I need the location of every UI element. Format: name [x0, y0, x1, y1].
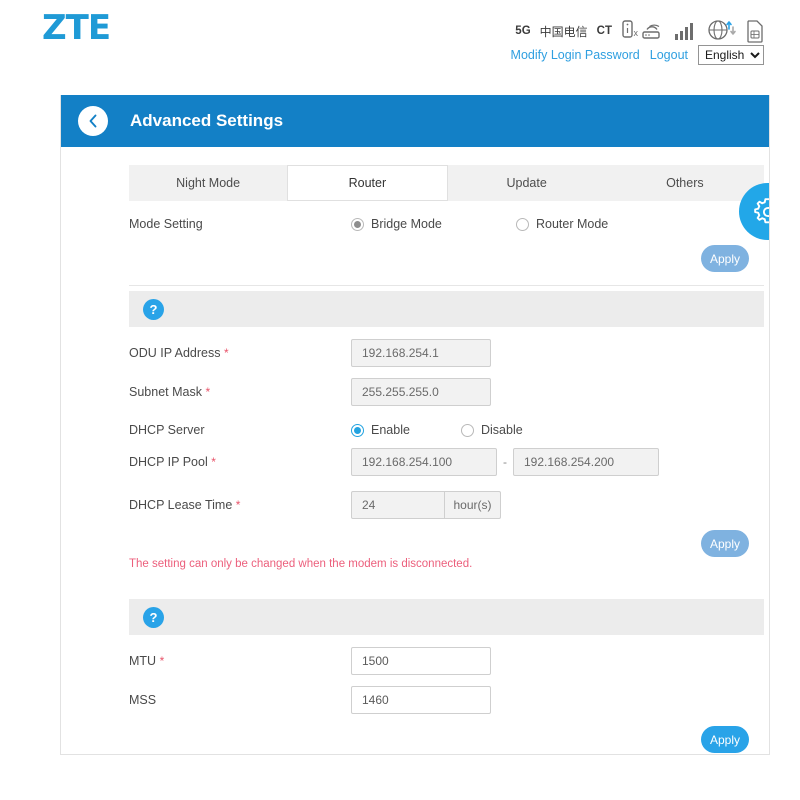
- status-indicators: 5G 中国电信 CT x: [515, 18, 764, 44]
- globe-data-transfer-icon: [707, 19, 737, 43]
- dhcp-lease-time-row: DHCP Lease Time * 24 hour(s): [129, 494, 764, 516]
- svg-text:x: x: [634, 28, 639, 38]
- odu-ip-label: ODU IP Address *: [129, 346, 351, 360]
- dhcp-lease-time-label: DHCP Lease Time *: [129, 498, 351, 512]
- apply-mtu-button[interactable]: Apply: [701, 726, 749, 753]
- top-links: Modify Login Password Logout English: [511, 45, 764, 65]
- question-mark-icon[interactable]: ?: [143, 607, 164, 628]
- mtu-label-text: MTU: [129, 654, 156, 668]
- dhcp-pool-end-input[interactable]: 192.168.254.200: [513, 448, 659, 476]
- radio-bridge-mode-label: Bridge Mode: [371, 217, 442, 231]
- carrier-code-label: CT: [597, 25, 612, 37]
- mode-setting-label: Mode Setting: [129, 217, 351, 231]
- dhcp-ip-pool-label-text: DHCP IP Pool: [129, 455, 208, 469]
- question-mark-icon[interactable]: ?: [143, 299, 164, 320]
- language-select[interactable]: English: [698, 45, 764, 65]
- top-bar: ZTE 5G 中国电信 CT x: [0, 0, 800, 78]
- mtu-required-mark: *: [160, 654, 165, 668]
- subnet-mask-label: Subnet Mask *: [129, 385, 351, 399]
- dhcp-pool-separator: -: [503, 455, 507, 469]
- odu-ip-label-text: ODU IP Address: [129, 346, 220, 360]
- section-divider-top: [129, 285, 764, 286]
- odu-ip-required-mark: *: [224, 346, 229, 360]
- dhcp-lease-time-group: 24 hour(s): [351, 491, 501, 519]
- radio-dhcp-enable-indicator[interactable]: [351, 424, 364, 437]
- mtu-input[interactable]: 1500: [351, 647, 491, 675]
- odu-ip-input[interactable]: 192.168.254.1: [351, 339, 491, 367]
- device-disconnected-router-icon: x: [621, 20, 665, 42]
- radio-dhcp-enable[interactable]: Enable: [351, 423, 461, 437]
- apply-mode-button[interactable]: Apply: [701, 245, 749, 272]
- radio-router-mode-label: Router Mode: [536, 217, 608, 231]
- odu-ip-row: ODU IP Address * 192.168.254.1: [129, 342, 764, 364]
- settings-tab-bar: Night Mode Router Update Others: [129, 165, 764, 201]
- advanced-settings-page: Advanced Settings Night Mode Router Upda…: [60, 95, 770, 755]
- lan-help-bar: ?: [129, 291, 764, 327]
- mss-label-text: MSS: [129, 693, 156, 707]
- radio-dhcp-disable-indicator[interactable]: [461, 424, 474, 437]
- dhcp-ip-pool-required-mark: *: [211, 455, 216, 469]
- mss-row: MSS 1460: [129, 689, 764, 711]
- radio-bridge-mode[interactable]: Bridge Mode: [351, 217, 516, 231]
- tab-update[interactable]: Update: [448, 165, 606, 201]
- dhcp-lease-time-required-mark: *: [236, 498, 241, 512]
- tab-night-mode[interactable]: Night Mode: [129, 165, 287, 201]
- radio-dhcp-disable-label: Disable: [481, 423, 523, 437]
- mtu-row: MTU * 1500: [129, 650, 764, 672]
- signal-bars-icon: [674, 21, 698, 41]
- dhcp-server-radio-group: Enable Disable: [351, 423, 523, 437]
- mss-input[interactable]: 1460: [351, 686, 491, 714]
- dhcp-lease-time-unit: hour(s): [444, 492, 500, 518]
- subnet-mask-required-mark: *: [205, 385, 210, 399]
- subnet-mask-input[interactable]: 255.255.255.0: [351, 378, 491, 406]
- dhcp-ip-pool-row: DHCP IP Pool * 192.168.254.100 - 192.168…: [129, 451, 764, 473]
- dhcp-lease-time-label-text: DHCP Lease Time: [129, 498, 232, 512]
- page-header-bar: Advanced Settings: [61, 95, 770, 147]
- dhcp-server-row: DHCP Server Enable Disable: [129, 419, 764, 441]
- tab-router[interactable]: Router: [287, 165, 447, 201]
- network-type-label: 5G: [515, 25, 530, 37]
- zte-logo: ZTE: [42, 8, 110, 48]
- radio-bridge-mode-indicator[interactable]: [351, 218, 364, 231]
- carrier-name-label: 中国电信: [540, 23, 588, 40]
- mtu-help-bar: ?: [129, 599, 764, 635]
- radio-router-mode-indicator[interactable]: [516, 218, 529, 231]
- gear-icon: [751, 195, 771, 229]
- radio-router-mode[interactable]: Router Mode: [516, 217, 608, 231]
- dhcp-server-label: DHCP Server: [129, 423, 351, 437]
- page-title: Advanced Settings: [130, 111, 283, 131]
- mode-setting-radio-group: Bridge Mode Router Mode: [351, 217, 608, 231]
- mtu-label: MTU *: [129, 654, 351, 668]
- dhcp-pool-start-input[interactable]: 192.168.254.100: [351, 448, 497, 476]
- mss-label: MSS: [129, 693, 351, 707]
- chevron-left-icon: [87, 114, 99, 128]
- tab-others[interactable]: Others: [606, 165, 764, 201]
- subnet-mask-label-text: Subnet Mask: [129, 385, 202, 399]
- apply-lan-button[interactable]: Apply: [701, 530, 749, 557]
- back-button[interactable]: [78, 106, 108, 136]
- radio-dhcp-disable[interactable]: Disable: [461, 423, 523, 437]
- disconnect-warning-text: The setting can only be changed when the…: [129, 558, 472, 570]
- dhcp-lease-time-input[interactable]: 24: [352, 492, 444, 518]
- mode-setting-row: Mode Setting Bridge Mode Router Mode: [129, 213, 764, 235]
- modify-login-password-link[interactable]: Modify Login Password: [511, 48, 640, 62]
- logout-link[interactable]: Logout: [650, 48, 688, 62]
- sim-card-icon: [746, 19, 764, 43]
- dhcp-ip-pool-label: DHCP IP Pool *: [129, 455, 351, 469]
- subnet-mask-row: Subnet Mask * 255.255.255.0: [129, 381, 764, 403]
- radio-dhcp-enable-label: Enable: [371, 423, 410, 437]
